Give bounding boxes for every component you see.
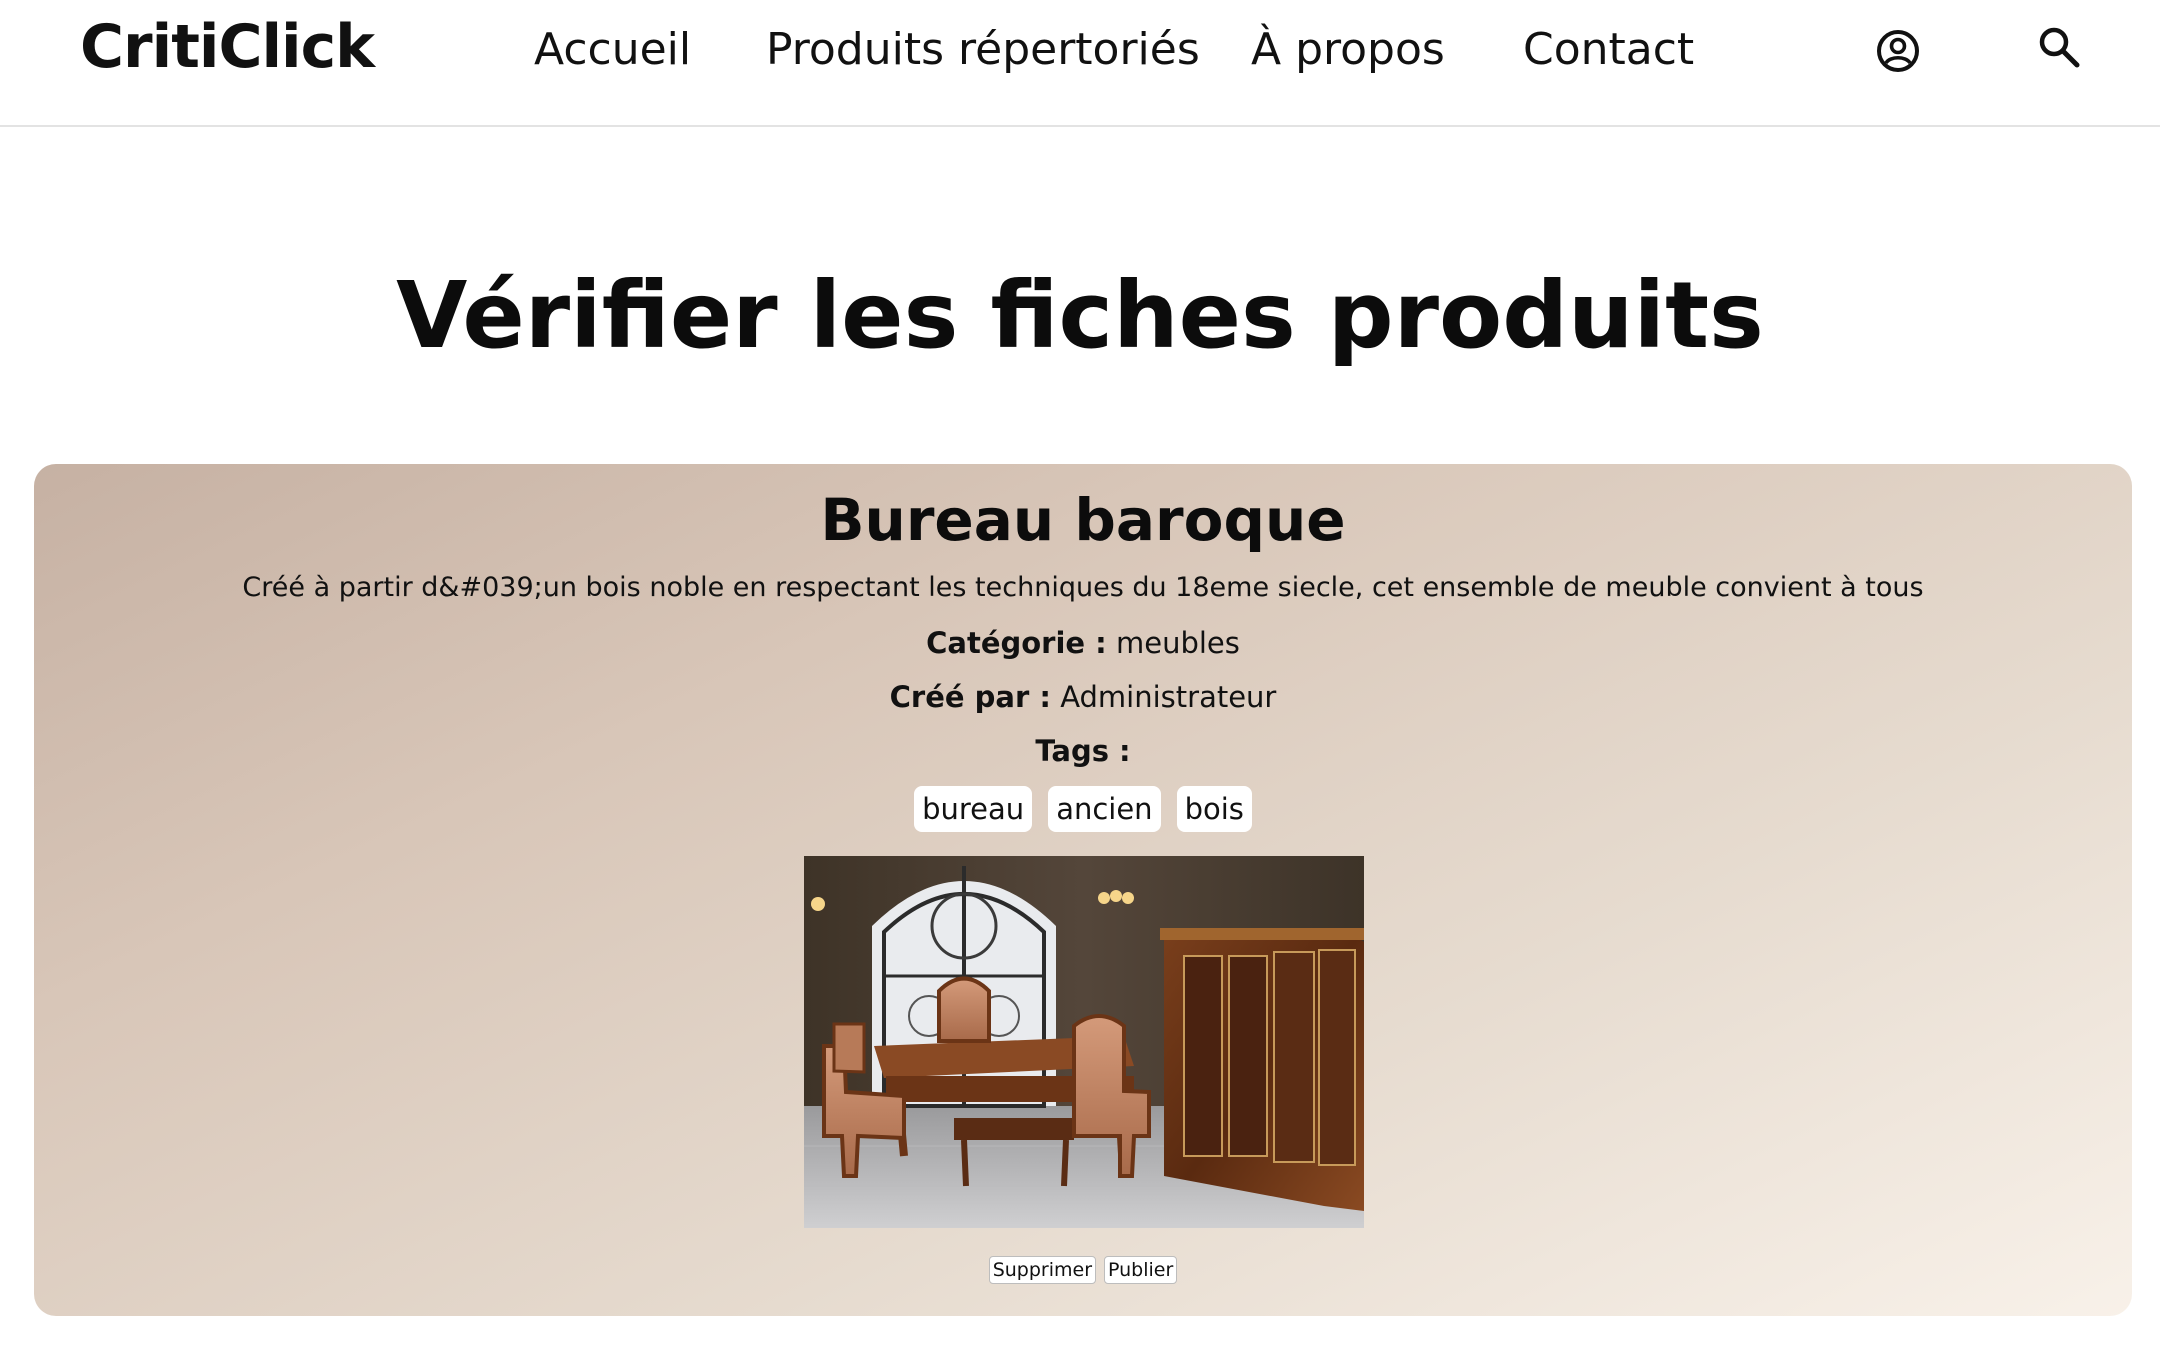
- nav-link-home[interactable]: Accueil: [534, 24, 691, 75]
- product-category: Catégorie : meubles: [34, 626, 2132, 660]
- page-title: Vérifier les fiches produits: [396, 262, 1764, 369]
- nav-link-contact[interactable]: Contact: [1523, 24, 1694, 75]
- tag-chip: ancien: [1048, 786, 1161, 832]
- product-description: Créé à partir d&#039;un bois noble en re…: [242, 572, 1924, 603]
- site-header: CritiClick Accueil Produits répertoriés …: [0, 0, 2160, 127]
- nav-link-about[interactable]: À propos: [1251, 24, 1445, 75]
- product-author: Créé par : Administrateur: [34, 680, 2132, 714]
- search-icon[interactable]: [2036, 24, 2082, 70]
- product-actions: Supprimer Publier: [34, 1256, 2132, 1284]
- product-name: Bureau baroque: [820, 486, 1346, 554]
- tags-list: bureau ancien bois: [34, 786, 2132, 832]
- product-tags-heading: Tags :: [34, 734, 2132, 768]
- tag-chip: bureau: [914, 786, 1033, 832]
- author-label: Créé par :: [889, 680, 1051, 714]
- delete-button[interactable]: Supprimer: [988, 1256, 1097, 1284]
- account-circle-icon[interactable]: [1874, 27, 1922, 75]
- tag-chip: bois: [1176, 786, 1252, 832]
- publish-button[interactable]: Publier: [1104, 1256, 1178, 1284]
- category-label: Catégorie :: [926, 626, 1107, 660]
- author-value: Administrateur: [1060, 680, 1277, 714]
- product-image: [804, 856, 1364, 1228]
- nav-link-products[interactable]: Produits répertoriés: [766, 24, 1200, 75]
- category-value: meubles: [1116, 626, 1240, 660]
- site-logo[interactable]: CritiClick: [80, 12, 375, 82]
- tags-label: Tags :: [1035, 734, 1131, 768]
- product-card: Bureau baroque Créé à partir d&#039;un b…: [34, 464, 2132, 1316]
